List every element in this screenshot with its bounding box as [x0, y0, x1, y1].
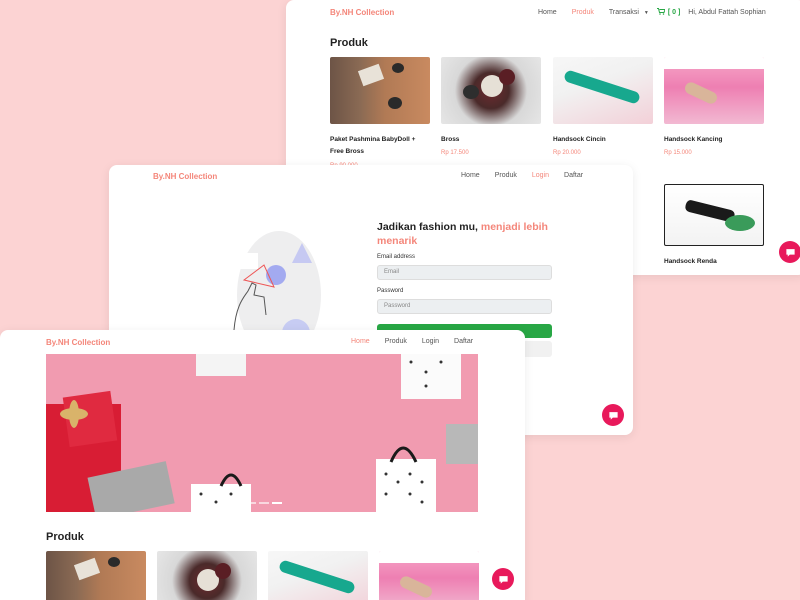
nav-home[interactable]: Home	[461, 172, 480, 179]
brand-logo[interactable]: By.NH Collection	[330, 8, 394, 17]
login-illustration	[233, 231, 321, 335]
nav-produk[interactable]: Produk	[572, 9, 594, 16]
product-card[interactable]	[157, 551, 257, 600]
chat-icon	[608, 411, 618, 420]
login-headline: Jadikan fashion mu, menjadi lebih menari…	[377, 221, 557, 248]
product-price: Rp 15.000	[664, 150, 692, 157]
chat-button[interactable]	[779, 241, 800, 263]
product-card[interactable]	[46, 551, 146, 600]
chat-icon	[498, 575, 508, 584]
product-name[interactable]: Paket Pashmina BabyDoll + Free Bross	[330, 134, 430, 159]
product-image[interactable]	[157, 551, 257, 600]
section-title: Produk	[330, 37, 368, 49]
home-window: By.NH Collection Home Produk Login Dafta…	[0, 330, 525, 600]
main-nav: Home Produk Login Daftar	[336, 338, 473, 345]
carousel-indicator[interactable]	[259, 502, 269, 504]
email-field[interactable]: Email	[377, 265, 552, 280]
product-image[interactable]	[441, 57, 541, 124]
cart-count: [ 0 ]	[667, 9, 681, 16]
product-card[interactable]: Handsock Renda	[664, 184, 764, 268]
cart-icon	[656, 8, 666, 15]
chat-button[interactable]	[492, 568, 514, 590]
product-price: Rp 20.000	[553, 150, 581, 157]
nav-login[interactable]: Login	[422, 338, 439, 345]
product-name[interactable]: Handsock Cincin	[553, 134, 653, 146]
password-field[interactable]: Password	[377, 299, 552, 314]
product-image[interactable]	[46, 551, 146, 600]
main-nav: Home Produk Login Daftar	[446, 172, 583, 179]
nav-transaksi-label: Transaksi	[608, 8, 639, 16]
carousel-indicator-active[interactable]	[272, 502, 282, 504]
cart-button[interactable]: [ 0 ]	[656, 8, 681, 16]
password-label: Password	[377, 288, 404, 294]
nav-daftar[interactable]: Daftar	[454, 338, 473, 345]
caret-down-icon: ▼	[643, 9, 649, 16]
product-card[interactable]: Paket Pashmina BabyDoll + Free Bross Rp …	[330, 57, 430, 169]
nav-transaksi[interactable]: Transaksi ▼	[609, 9, 649, 16]
product-image[interactable]	[379, 551, 479, 600]
brand-logo[interactable]: By.NH Collection	[153, 172, 217, 181]
product-name[interactable]: Handsock Renda	[664, 256, 764, 268]
product-price: Rp 17.500	[441, 150, 469, 157]
product-image[interactable]	[268, 551, 368, 600]
email-label: Email address	[377, 254, 416, 260]
nav-daftar[interactable]: Daftar	[564, 172, 583, 179]
chat-button[interactable]	[602, 404, 624, 426]
product-image[interactable]	[330, 57, 430, 124]
nav-produk[interactable]: Produk	[495, 172, 517, 179]
section-title: Produk	[46, 531, 84, 543]
product-image[interactable]	[553, 57, 653, 124]
product-name[interactable]: Bross	[441, 134, 541, 146]
nav-home[interactable]: Home	[538, 9, 557, 16]
nav-home[interactable]: Home	[351, 338, 370, 345]
main-nav: Home Produk Transaksi ▼ [ 0 ] Hi, Abdul …	[523, 8, 766, 16]
product-image[interactable]	[664, 184, 764, 246]
nav-produk[interactable]: Produk	[385, 338, 407, 345]
product-card[interactable]: Bross Rp 17.500	[441, 57, 541, 156]
carousel-indicator[interactable]	[246, 502, 256, 504]
carousel-indicators	[246, 502, 282, 504]
product-card[interactable]: Handsock Cincin Rp 20.000	[553, 57, 653, 156]
nav-login[interactable]: Login	[532, 172, 549, 179]
product-card[interactable]: Handsock Kancing Rp 15.000	[664, 57, 764, 156]
headline-text: Jadikan fashion mu,	[377, 221, 481, 233]
product-card[interactable]	[268, 551, 368, 600]
chat-icon	[785, 248, 795, 257]
product-card[interactable]	[379, 551, 479, 600]
hero-image	[46, 354, 478, 512]
brand-logo[interactable]: By.NH Collection	[46, 338, 110, 347]
product-image[interactable]	[664, 57, 764, 124]
user-greeting[interactable]: Hi, Abdul Fattah Sophian	[688, 9, 765, 16]
hero-carousel[interactable]	[46, 354, 478, 512]
product-name[interactable]: Handsock Kancing	[664, 134, 764, 146]
